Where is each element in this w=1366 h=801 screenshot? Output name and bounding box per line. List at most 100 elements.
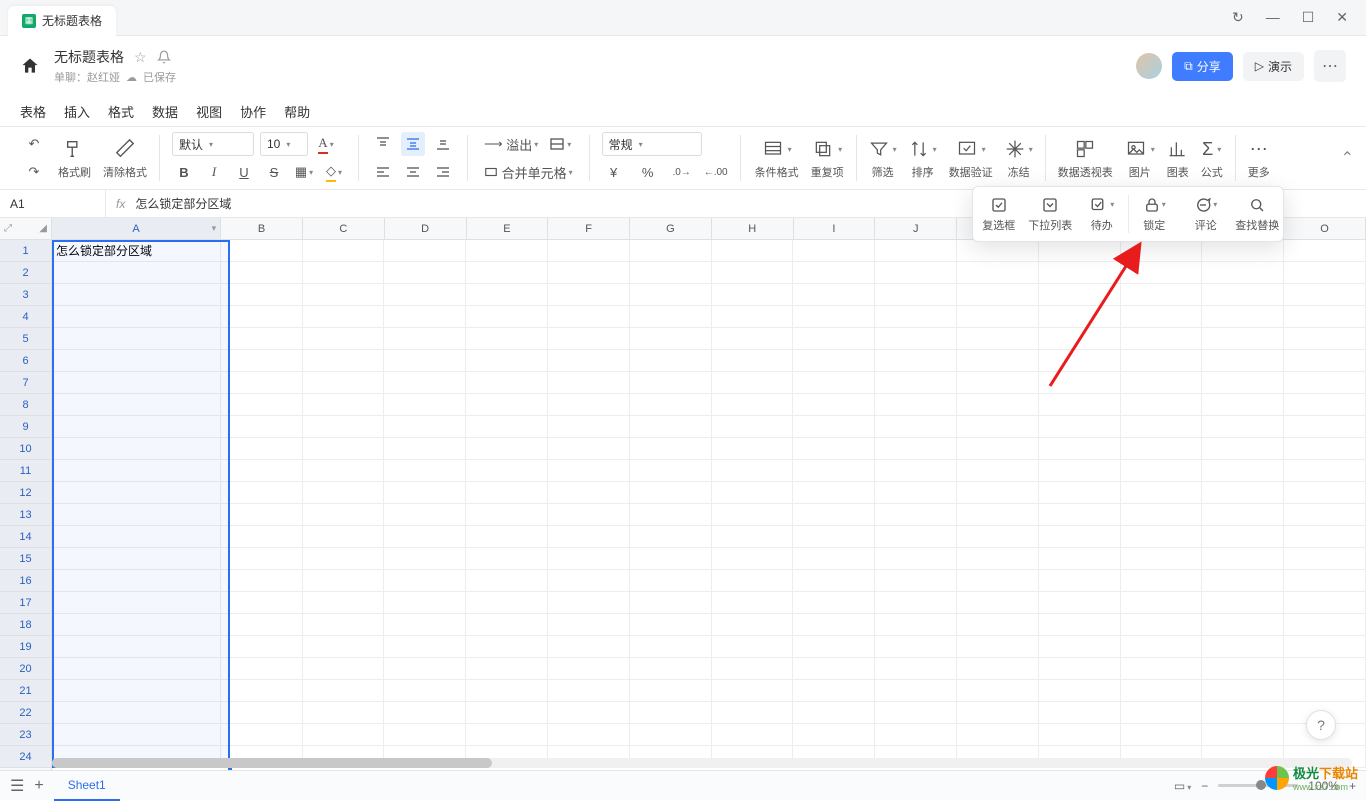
cell[interactable] xyxy=(1121,438,1203,460)
cell[interactable] xyxy=(1284,438,1366,460)
data-validation-icon[interactable]: ▾ xyxy=(956,136,986,162)
cell[interactable] xyxy=(303,394,385,416)
cell[interactable] xyxy=(875,262,957,284)
cell[interactable] xyxy=(712,372,794,394)
cell[interactable] xyxy=(466,592,548,614)
cell[interactable] xyxy=(384,504,466,526)
cell[interactable] xyxy=(957,724,1039,746)
cell[interactable] xyxy=(221,724,303,746)
cell[interactable] xyxy=(1121,504,1203,526)
row-header[interactable]: 16 xyxy=(0,570,51,592)
cell[interactable] xyxy=(52,460,221,482)
cell[interactable] xyxy=(1039,614,1121,636)
column-header[interactable]: E xyxy=(467,218,549,239)
cell[interactable] xyxy=(630,262,712,284)
cell[interactable] xyxy=(1039,482,1121,504)
cell[interactable] xyxy=(875,570,957,592)
cell[interactable] xyxy=(1202,526,1284,548)
data-validation-label[interactable]: 数据验证 xyxy=(949,164,993,180)
cell[interactable] xyxy=(793,636,875,658)
cell[interactable] xyxy=(1121,724,1203,746)
cell[interactable] xyxy=(1284,394,1366,416)
cell[interactable] xyxy=(793,614,875,636)
cell[interactable] xyxy=(221,350,303,372)
cell[interactable] xyxy=(384,306,466,328)
cell[interactable] xyxy=(466,460,548,482)
row-header[interactable]: 23 xyxy=(0,724,51,746)
cell[interactable] xyxy=(52,438,221,460)
row-header[interactable]: 7 xyxy=(0,372,51,394)
cell[interactable] xyxy=(793,372,875,394)
cell[interactable] xyxy=(793,328,875,350)
cell[interactable] xyxy=(466,526,548,548)
cell[interactable] xyxy=(957,702,1039,724)
menu-format[interactable]: 格式 xyxy=(108,102,134,121)
cell[interactable] xyxy=(303,460,385,482)
row-header[interactable]: 2 xyxy=(0,262,51,284)
cell[interactable] xyxy=(466,614,548,636)
cell[interactable] xyxy=(384,438,466,460)
column-header[interactable]: G xyxy=(630,218,712,239)
cell[interactable] xyxy=(548,702,630,724)
cell[interactable] xyxy=(1121,262,1203,284)
cell[interactable] xyxy=(221,438,303,460)
cell[interactable] xyxy=(793,482,875,504)
cell[interactable] xyxy=(303,438,385,460)
cell[interactable] xyxy=(1202,636,1284,658)
cell[interactable] xyxy=(875,240,957,262)
cell[interactable] xyxy=(1039,702,1121,724)
cell[interactable] xyxy=(712,724,794,746)
cell[interactable] xyxy=(548,438,630,460)
cell[interactable] xyxy=(875,614,957,636)
cell[interactable] xyxy=(466,240,548,262)
horizontal-scrollbar[interactable] xyxy=(52,758,1352,768)
more-label[interactable]: 更多 xyxy=(1248,164,1270,180)
cell[interactable] xyxy=(1202,306,1284,328)
cell[interactable] xyxy=(221,240,303,262)
cell[interactable] xyxy=(957,328,1039,350)
cell[interactable] xyxy=(303,504,385,526)
menu-data[interactable]: 数据 xyxy=(152,102,178,121)
cell[interactable] xyxy=(957,460,1039,482)
cell[interactable] xyxy=(52,482,221,504)
cell[interactable] xyxy=(1121,658,1203,680)
valign-middle-button[interactable] xyxy=(401,132,425,156)
cell[interactable] xyxy=(1039,394,1121,416)
cell[interactable] xyxy=(466,658,548,680)
cell[interactable] xyxy=(384,262,466,284)
cell[interactable] xyxy=(52,394,221,416)
cell[interactable] xyxy=(712,350,794,372)
cell[interactable] xyxy=(548,680,630,702)
cell[interactable] xyxy=(793,394,875,416)
row-header[interactable]: 10 xyxy=(0,438,51,460)
cell[interactable] xyxy=(712,482,794,504)
cell[interactable] xyxy=(1284,460,1366,482)
cell[interactable] xyxy=(630,548,712,570)
cell[interactable] xyxy=(1284,240,1366,262)
collapse-toolbar-icon[interactable]: ⌃ xyxy=(1341,148,1354,168)
cell[interactable] xyxy=(303,240,385,262)
cell[interactable] xyxy=(1202,482,1284,504)
cell[interactable] xyxy=(1284,504,1366,526)
image-label[interactable]: 图片 xyxy=(1129,164,1151,180)
row-header[interactable]: 3 xyxy=(0,284,51,306)
cell[interactable] xyxy=(1121,570,1203,592)
cell[interactable] xyxy=(1039,350,1121,372)
cell[interactable] xyxy=(548,548,630,570)
overflow-button[interactable]: ⟶ 溢出▾ xyxy=(480,132,542,156)
cell[interactable] xyxy=(221,460,303,482)
cell[interactable] xyxy=(875,724,957,746)
row-header[interactable]: 24 xyxy=(0,746,51,768)
pivot-label[interactable]: 数据透视表 xyxy=(1058,164,1113,180)
sort-label[interactable]: 排序 xyxy=(912,164,934,180)
cell[interactable] xyxy=(548,504,630,526)
filter-icon[interactable]: ▾ xyxy=(869,136,897,162)
cell[interactable] xyxy=(303,350,385,372)
cell[interactable] xyxy=(1284,328,1366,350)
cell[interactable] xyxy=(1121,306,1203,328)
font-color-button[interactable]: A▾ xyxy=(314,132,338,156)
row-header[interactable]: 8 xyxy=(0,394,51,416)
merge-cells-button[interactable]: 合并单元格▾ xyxy=(480,160,577,184)
formula-input[interactable]: 怎么锁定部分区域 xyxy=(135,195,231,212)
cell[interactable] xyxy=(957,570,1039,592)
